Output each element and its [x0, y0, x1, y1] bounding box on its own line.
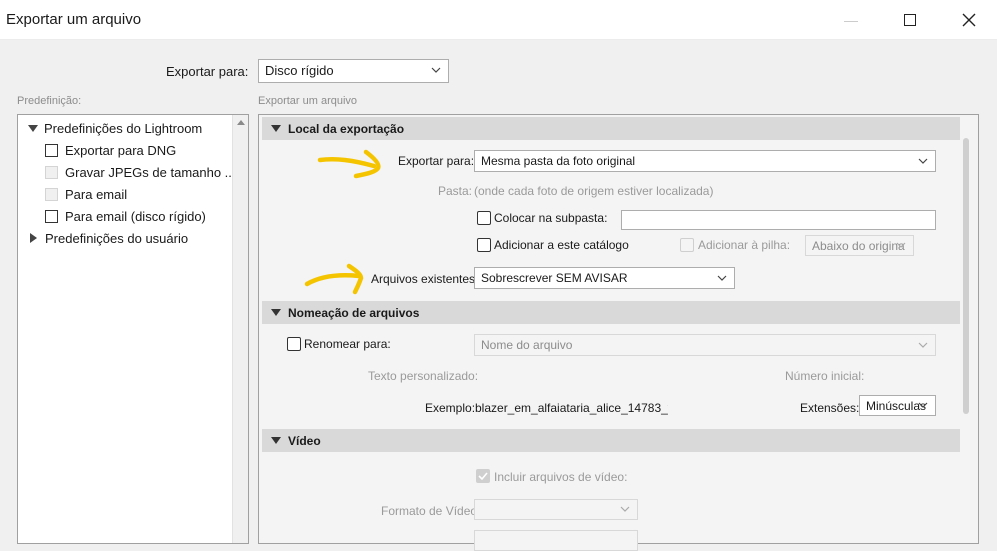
tree-item-email-disk[interactable]: Para email (disco rígido): [45, 206, 206, 226]
include-video-checkbox: [476, 469, 490, 483]
tree-item-email[interactable]: Para email: [45, 184, 127, 204]
rename-template-value: Nome do arquivo: [481, 338, 573, 352]
folder-value: (onde cada foto de origem estiver locali…: [474, 184, 714, 198]
tree-item-label: Para email: [65, 186, 128, 202]
video-format-select: [474, 499, 638, 520]
tree-item-export-dng[interactable]: Exportar para DNG: [45, 140, 176, 160]
preset-checkbox: [45, 165, 58, 179]
chevron-down-icon: [918, 158, 928, 164]
start-number-label: Número inicial:: [785, 369, 865, 383]
collapse-triangle-icon[interactable]: [30, 233, 37, 243]
subfolder-checkbox[interactable]: [477, 211, 491, 225]
section-triangle-icon[interactable]: [271, 437, 281, 444]
export-to-select[interactable]: Disco rígido: [258, 59, 449, 83]
chevron-down-icon: [620, 506, 630, 512]
tree-item-label: Exportar para DNG: [65, 142, 177, 158]
minimize-icon[interactable]: —: [828, 6, 874, 34]
preset-checkbox[interactable]: [45, 143, 58, 157]
video-format-label: Formato de Vídeo:: [381, 504, 481, 518]
location-export-to-label: Exportar para:: [398, 154, 475, 168]
existing-files-select[interactable]: Sobrescrever SEM AVISAR: [474, 267, 735, 289]
scroll-up-icon[interactable]: [237, 120, 245, 125]
rename-checkbox[interactable]: [287, 337, 301, 351]
extensions-label: Extensões:: [800, 401, 860, 415]
section-title: Local da exportação: [288, 121, 405, 136]
expand-triangle-icon[interactable]: [28, 124, 38, 132]
preset-checkbox[interactable]: [45, 209, 58, 223]
example-value: blazer_em_alfaiataria_alice_14783_vari: [475, 401, 668, 415]
main-panel-label: Exportar um arquivo: [258, 95, 358, 107]
add-catalog-label: Adicionar a este catálogo: [494, 238, 629, 252]
section-triangle-icon[interactable]: [271, 309, 281, 316]
extensions-select[interactable]: Minúsculas: [859, 395, 936, 416]
tree-item-label: Gravar JPEGs de tamanho ...: [65, 164, 236, 180]
annotation-arrow-icon: [317, 149, 381, 179]
export-to-value: Disco rígido: [265, 63, 334, 78]
add-stack-checkbox: [680, 238, 694, 252]
section-export-location[interactable]: Local da exportação: [262, 117, 960, 140]
example-label: Exemplo:: [425, 401, 476, 415]
maximize-icon[interactable]: [887, 6, 933, 34]
rename-label: Renomear para:: [304, 337, 391, 351]
tree-item-label: Predefinições do usuário: [45, 230, 189, 246]
annotation-arrow-icon: [304, 263, 364, 295]
video-quality-select: [474, 530, 638, 551]
subfolder-input[interactable]: [621, 210, 936, 230]
title-bar: Exportar um arquivo —: [0, 0, 997, 40]
chevron-down-icon: [896, 242, 906, 248]
settings-scrollbar[interactable]: [963, 138, 969, 414]
rename-template-select: Nome do arquivo: [474, 334, 936, 356]
tree-item-jpegs[interactable]: Gravar JPEGs de tamanho ...: [45, 162, 236, 182]
location-export-to-value: Mesma pasta da foto original: [481, 154, 636, 168]
preset-checkbox: [45, 187, 58, 201]
tree-scrollbar[interactable]: [232, 115, 248, 543]
section-triangle-icon[interactable]: [271, 125, 281, 132]
section-file-naming[interactable]: Nomeação de arquivos: [262, 301, 960, 324]
chevron-down-icon: [431, 67, 441, 73]
chevron-down-icon: [717, 275, 727, 281]
add-stack-label: Adicionar à pilha:: [698, 238, 791, 252]
section-title: Nomeação de arquivos: [288, 305, 420, 320]
stack-position-select: Abaixo do origina: [805, 235, 914, 256]
tree-item-label: Para email (disco rígido): [65, 208, 206, 224]
preset-tree: Predefinições do Lightroom Exportar para…: [17, 114, 249, 544]
location-export-to-select[interactable]: Mesma pasta da foto original: [474, 150, 936, 172]
include-video-label: Incluir arquivos de vídeo:: [494, 470, 628, 484]
chevron-down-icon: [918, 402, 928, 408]
tree-item-label: Predefinições do Lightroom: [44, 120, 203, 136]
close-icon[interactable]: [946, 6, 992, 34]
stack-position-value: Abaixo do origina: [812, 239, 905, 253]
section-video[interactable]: Vídeo: [262, 429, 960, 452]
tree-item-user-presets[interactable]: Predefinições do usuário: [28, 228, 188, 248]
chevron-down-icon: [918, 342, 928, 348]
folder-label: Pasta:: [438, 184, 473, 198]
custom-text-label: Texto personalizado:: [368, 369, 479, 383]
subfolder-label: Colocar na subpasta:: [494, 211, 608, 225]
checkmark-icon: [478, 472, 488, 481]
section-title: Vídeo: [288, 433, 321, 448]
existing-files-label: Arquivos existentes:: [371, 272, 479, 286]
export-to-label: Exportar para:: [166, 64, 249, 79]
preset-label: Predefinição:: [17, 95, 82, 107]
existing-files-value: Sobrescrever SEM AVISAR: [481, 271, 628, 285]
window-title: Exportar um arquivo: [6, 11, 142, 28]
add-catalog-checkbox[interactable]: [477, 238, 491, 252]
tree-item-lightroom-presets[interactable]: Predefinições do Lightroom: [28, 118, 202, 138]
